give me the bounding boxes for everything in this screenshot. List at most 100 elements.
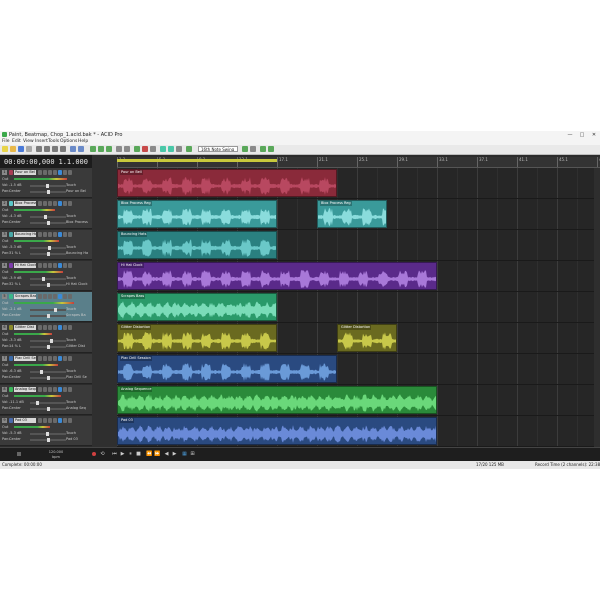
audio-clip[interactable]: Scrapes Bass [117, 293, 277, 321]
pan-thumb[interactable] [47, 407, 50, 411]
audio-clip[interactable]: Analog Sequence [117, 386, 437, 414]
pan-thumb[interactable] [47, 438, 50, 442]
automation-button[interactable] [58, 356, 62, 361]
audio-clip[interactable]: Blox Process Reg [317, 200, 387, 228]
automation-button[interactable] [58, 232, 62, 237]
fx-button[interactable] [53, 387, 57, 392]
pan-thumb[interactable] [47, 345, 50, 349]
play-button[interactable]: ▶ [120, 452, 125, 457]
loop-playback-button[interactable]: ⟲ [100, 452, 105, 457]
fx-button[interactable] [53, 294, 57, 299]
volume-thumb[interactable] [42, 277, 45, 281]
mute-button[interactable] [38, 325, 42, 330]
undo-icon[interactable] [70, 146, 76, 152]
automation-button[interactable] [58, 263, 62, 268]
draw-tool-icon[interactable] [90, 146, 96, 152]
automation-button[interactable] [58, 418, 62, 423]
maximize-button[interactable]: □ [576, 131, 588, 139]
pan-thumb[interactable] [47, 376, 50, 380]
track-expand-button[interactable] [68, 387, 72, 392]
pan-thumb[interactable] [47, 221, 50, 225]
volume-slider[interactable] [30, 432, 66, 436]
track-name[interactable]: Blox Process [14, 201, 36, 206]
automation-mode[interactable]: Touch [66, 183, 76, 188]
select-tool-icon[interactable] [98, 146, 104, 152]
track-header[interactable]: 9 Pad 03 Out Vol: -5.3 dB Touch Pan: Center Pad … [0, 416, 92, 446]
track-name[interactable]: Hi Hat Clock [14, 263, 36, 268]
track-menu-button[interactable] [63, 294, 67, 299]
pan-slider[interactable] [30, 283, 66, 287]
track-expand-button[interactable] [68, 170, 72, 175]
track-menu-button[interactable] [63, 418, 67, 423]
track-menu-button[interactable] [63, 232, 67, 237]
track-name[interactable]: Pad 03 [14, 418, 36, 423]
track-header[interactable]: 2 Blox Process Out Vol: -4.3 dB Touch Pan: Cent… [0, 199, 92, 229]
mute-button[interactable] [38, 170, 42, 175]
pan-thumb[interactable] [47, 252, 50, 256]
mute-button[interactable] [38, 356, 42, 361]
mute-button[interactable] [38, 294, 42, 299]
new-project-icon[interactable] [2, 146, 8, 152]
arm-record-button[interactable] [48, 418, 52, 423]
open-folder-icon[interactable] [10, 146, 16, 152]
automation-button[interactable] [58, 294, 62, 299]
fx-button[interactable] [53, 201, 57, 206]
automation-mode[interactable]: Touch [66, 431, 76, 436]
automation-mode[interactable]: Touch [66, 400, 76, 405]
volume-thumb[interactable] [36, 401, 39, 405]
pan-slider[interactable] [30, 252, 66, 256]
volume-thumb[interactable] [44, 215, 47, 219]
volume-slider[interactable] [30, 184, 66, 188]
track-header[interactable]: 4 Hi Hat Clock Out Vol: -3.9 dB Touch Pan: 32 %… [0, 261, 92, 291]
volume-slider[interactable] [30, 339, 66, 343]
arm-record-button[interactable] [48, 294, 52, 299]
volume-thumb[interactable] [46, 184, 49, 188]
metronome-button[interactable] [17, 452, 21, 456]
solo-button[interactable] [43, 387, 47, 392]
track-header[interactable]: 6 Glitter Dist Out Vol: -3.3 dB Touch Pan: 14 %… [0, 323, 92, 353]
audio-clip[interactable]: Bouncing Hats [117, 231, 277, 259]
rewind-button[interactable]: ◀ [164, 452, 169, 457]
track-expand-button[interactable] [68, 263, 72, 268]
arm-record-button[interactable] [48, 201, 52, 206]
solo-button[interactable] [43, 356, 47, 361]
audio-clip[interactable]: Glitter Distortion [117, 324, 277, 352]
track-name[interactable]: Analog Sequ [14, 387, 36, 392]
solo-button[interactable] [43, 263, 47, 268]
track-expand-button[interactable] [68, 418, 72, 423]
loop-region[interactable] [117, 159, 277, 162]
delete-icon[interactable] [60, 146, 66, 152]
record-button[interactable] [92, 452, 97, 457]
close-button[interactable]: ✕ [588, 131, 600, 139]
grid-icon[interactable] [186, 146, 192, 152]
audio-clip[interactable]: Hi Hat Clock [117, 262, 437, 290]
loop-icon[interactable] [150, 146, 156, 152]
volume-slider[interactable] [30, 370, 66, 374]
track-name[interactable]: Pour on Bel [14, 170, 36, 175]
volume-thumb[interactable] [40, 370, 43, 374]
metronome-icon[interactable] [260, 146, 266, 152]
fx-button[interactable] [53, 263, 57, 268]
track-menu-button[interactable] [63, 170, 67, 175]
redo-icon[interactable] [78, 146, 84, 152]
automation-button[interactable] [58, 201, 62, 206]
fx-button[interactable] [53, 325, 57, 330]
mute-button[interactable] [38, 201, 42, 206]
go-to-end-button[interactable]: ⏩ [154, 452, 160, 457]
arm-record-button[interactable] [48, 356, 52, 361]
snap-grid-icon[interactable]: ▦ [182, 452, 187, 457]
track-menu-button[interactable] [63, 387, 67, 392]
quantize-icon[interactable] [242, 146, 248, 152]
timeline-area[interactable]: Pour on Bell Blox Process Reg Blox Process… [117, 168, 600, 447]
track-menu-button[interactable] [63, 263, 67, 268]
track-expand-button[interactable] [68, 201, 72, 206]
arm-record-button[interactable] [48, 170, 52, 175]
pan-slider[interactable] [30, 345, 66, 349]
copy-icon[interactable] [44, 146, 50, 152]
arm-record-button[interactable] [48, 325, 52, 330]
arm-record-button[interactable] [48, 263, 52, 268]
zoom-icon[interactable]: ⊞ [190, 452, 195, 457]
audio-clip[interactable]: Pad 03 [117, 417, 437, 445]
volume-slider[interactable] [30, 401, 66, 405]
track-menu-button[interactable] [63, 201, 67, 206]
